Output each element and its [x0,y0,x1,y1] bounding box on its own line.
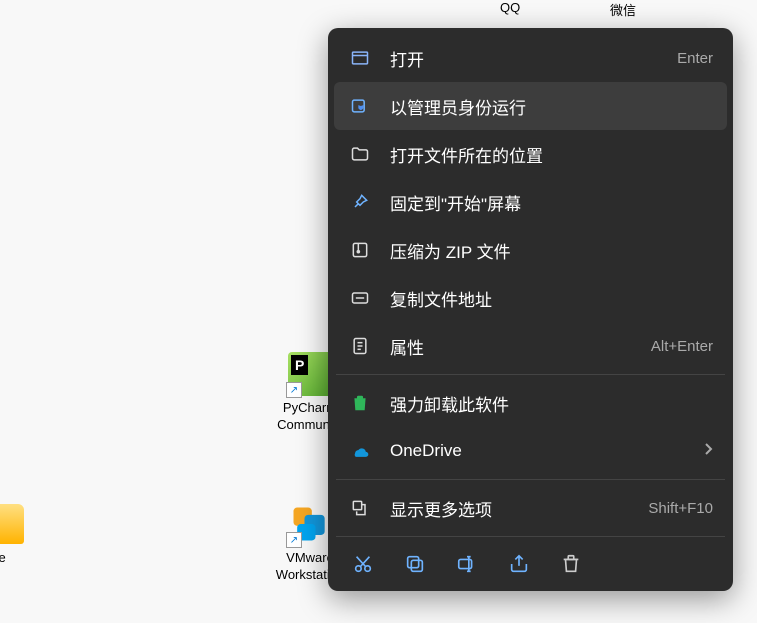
menu-label: 复制文件地址 [390,286,713,311]
menu-item-pin-start[interactable]: 固定到"开始"屏幕 [334,178,727,226]
menu-item-properties[interactable]: 属性 Alt+Enter [334,322,727,370]
menu-label: 压缩为 ZIP 文件 [390,238,713,263]
pycharm-icon: P ↗ [286,350,334,398]
menu-item-uninstall[interactable]: 强力卸载此软件 [334,379,727,427]
menu-item-open[interactable]: 打开 Enter [334,34,727,82]
menu-separator [336,479,725,480]
menu-label: 以管理员身份运行 [390,94,713,119]
shortcut-arrow-icon: ↗ [286,532,302,548]
bg-label: 微信 [610,0,636,19]
menu-item-run-admin[interactable]: 以管理员身份运行 [334,82,727,130]
menu-label: 属性 [390,334,651,359]
context-menu-actions-bar [334,541,727,585]
rename-icon[interactable] [456,553,478,575]
trash-icon [348,391,372,415]
menu-label: 固定到"开始"屏幕 [390,190,713,215]
bg-label: QQ [500,0,520,15]
shortcut-arrow-icon: ↗ [286,382,302,398]
menu-shortcut: Enter [677,50,713,67]
delete-icon[interactable] [560,553,582,575]
pin-icon [348,190,372,214]
copy-icon[interactable] [404,553,426,575]
properties-icon [348,334,372,358]
onedrive-icon [348,439,372,463]
copy-path-icon [348,286,372,310]
menu-separator [336,536,725,537]
menu-label: 显示更多选项 [390,496,648,521]
desktop-icon-folder[interactable]: re [0,500,40,567]
menu-label: 打开 [390,46,677,71]
menu-item-show-more[interactable]: 显示更多选项 Shift+F10 [334,484,727,532]
menu-item-open-location[interactable]: 打开文件所在的位置 [334,130,727,178]
context-menu: 打开 Enter 以管理员身份运行 打开文件所在的位置 固定到"开始"屏幕 压缩… [328,28,733,591]
folder-open-icon [348,142,372,166]
menu-shortcut: Shift+F10 [648,500,713,517]
menu-label: 强力卸载此软件 [390,391,713,416]
menu-item-onedrive[interactable]: OneDrive [334,427,727,475]
cut-icon[interactable] [352,553,374,575]
folder-icon [0,500,24,548]
menu-item-compress-zip[interactable]: 压缩为 ZIP 文件 [334,226,727,274]
vmware-icon: ↗ [286,500,334,548]
menu-shortcut: Alt+Enter [651,338,713,355]
more-options-icon [348,496,372,520]
share-icon[interactable] [508,553,530,575]
open-icon [348,46,372,70]
shield-icon [348,94,372,118]
menu-separator [336,374,725,375]
menu-item-copy-path[interactable]: 复制文件地址 [334,274,727,322]
zip-icon [348,238,372,262]
menu-label: OneDrive [390,441,695,461]
chevron-right-icon [703,442,713,460]
menu-label: 打开文件所在的位置 [390,142,713,167]
icon-label: re [0,550,6,567]
